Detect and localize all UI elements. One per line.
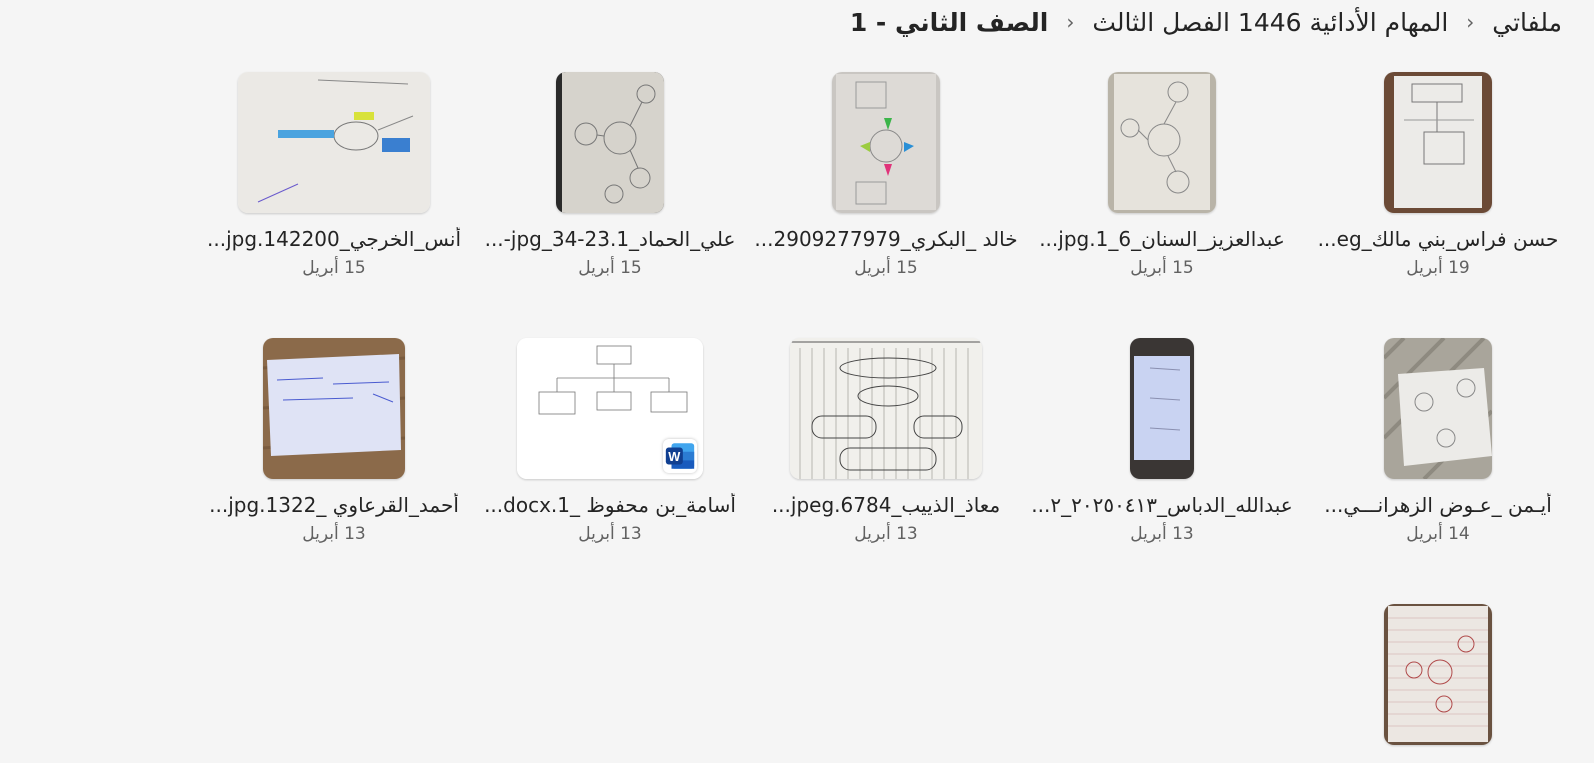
file-thumbnail [1108, 72, 1216, 213]
word-icon: W [663, 439, 697, 473]
file-date: 13 أبريل [1130, 524, 1194, 544]
file-thumbnail [263, 338, 405, 479]
file-thumbnail [1384, 72, 1492, 213]
file-date: 13 أبريل [854, 524, 918, 544]
file-name: أحمد_القرعاوي _1322.jpg... [209, 493, 459, 517]
file-thumbnail: W [517, 338, 703, 479]
file-thumbnail [1384, 604, 1492, 745]
file-thumbnail [238, 72, 430, 213]
file-thumbnail [790, 338, 982, 479]
file-name: حسن فراس_بني مالك_eg... [1317, 227, 1559, 251]
file-date: 15 أبريل [302, 258, 366, 278]
word-badge-letter: W [668, 449, 681, 464]
file-thumbnail [832, 72, 940, 213]
file-date: 14 أبريل [1406, 524, 1470, 544]
file-name: عبدالعزيز_السنان_6_1.jpg... [1039, 227, 1285, 251]
file-thumbnail [1384, 338, 1492, 479]
file-name: علي_الحماد_1.jpg_34-23-... [484, 227, 736, 251]
file-date: 19 أبريل [1406, 258, 1470, 278]
file-name: أسامة_بن محفوظ _1.docx... [484, 493, 736, 517]
breadcrumb: ملفاتي ‹ المهام الأدائية 1446 الفصل الثا… [850, 4, 1562, 40]
chevron-left-icon: ‹ [1066, 10, 1075, 34]
file-date: 15 أبريل [854, 258, 918, 278]
file-thumbnail [556, 72, 664, 213]
file-name: معاذ_الذييب_6784.jpeg... [771, 493, 1001, 517]
file-date: 13 أبريل [578, 524, 642, 544]
file-thumbnail [1130, 338, 1194, 479]
file-name: أنس_الخرجي_142200.jpg... [207, 227, 461, 251]
file-date: 15 أبريل [578, 258, 642, 278]
file-name: خالد _البكري_2909277979... [754, 227, 1018, 251]
breadcrumb-my-files[interactable]: ملفاتي [1492, 8, 1562, 37]
file-name: أيـمن _عـوض الزهرانـــي... [1324, 493, 1552, 517]
file-name: عبدالله_الدباس_٢٠٢٥٠٤١٣_٢... [1031, 493, 1293, 517]
breadcrumb-current-folder: الصف الثاني - 1 [849, 7, 1049, 37]
breadcrumb-performance-tasks[interactable]: المهام الأدائية 1446 الفصل الثالث [1092, 8, 1448, 37]
file-date: 15 أبريل [1130, 258, 1194, 278]
file-date: 13 أبريل [302, 524, 366, 544]
chevron-left-icon: ‹ [1466, 10, 1475, 34]
